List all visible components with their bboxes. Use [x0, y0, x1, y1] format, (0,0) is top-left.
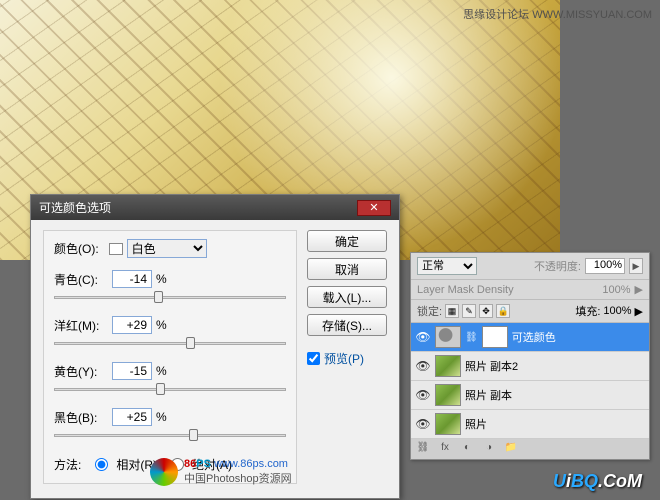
close-icon[interactable]: ✕	[357, 200, 391, 216]
yellow-value[interactable]	[112, 362, 152, 380]
ok-button[interactable]: 确定	[307, 230, 387, 252]
lock-all-icon[interactable]: 🔒	[496, 304, 510, 318]
lock-image-icon[interactable]: ✎	[462, 304, 476, 318]
layer-thumbnail[interactable]	[435, 326, 461, 348]
pct: %	[156, 318, 167, 332]
layer-thumbnail[interactable]	[435, 384, 461, 406]
top-caption: 思缘设计论坛 WWW.MISSYUAN.COM	[463, 6, 652, 22]
color-label: 颜色(O):	[54, 240, 99, 257]
opacity-label: 不透明度:	[534, 258, 581, 274]
lock-position-icon[interactable]: ✥	[479, 304, 493, 318]
fill-arrow-icon[interactable]: ▶	[635, 305, 643, 318]
yellow-slider[interactable]	[54, 382, 286, 396]
density-value[interactable]: 100%	[602, 284, 630, 296]
pct: %	[156, 272, 167, 286]
visibility-icon[interactable]: 👁	[415, 359, 431, 373]
pct: %	[156, 410, 167, 424]
layer-name: 照片	[465, 416, 487, 432]
preview-checkbox[interactable]	[307, 352, 320, 365]
selective-color-dialog: 可选颜色选项 ✕ 颜色(O): 白色 青色(C): % 洋红(M): %	[30, 194, 400, 499]
yellow-label: 黄色(Y):	[54, 363, 112, 380]
layer-row[interactable]: 👁 照片 副本	[411, 381, 649, 410]
layers-toolbar: ⛓ fx ◐ ◑ 📁	[411, 439, 649, 459]
save-button[interactable]: 存储(S)...	[307, 314, 387, 336]
color-select[interactable]: 白色	[127, 239, 207, 258]
method-relative-radio[interactable]	[95, 458, 108, 471]
lock-transparent-icon[interactable]: ▦	[445, 304, 459, 318]
fill-value[interactable]: 100%	[603, 305, 631, 317]
opacity-value[interactable]: 100%	[585, 258, 625, 274]
mask-icon[interactable]: ◐	[459, 442, 475, 456]
density-arrow-icon[interactable]: ▶	[635, 283, 643, 296]
link-icon: ⛓	[465, 332, 478, 343]
visibility-icon[interactable]: 👁	[415, 417, 431, 431]
dialog-title-text: 可选颜色选项	[39, 199, 111, 216]
opacity-arrow-icon[interactable]: ▶	[629, 258, 643, 274]
link-layers-icon[interactable]: ⛓	[415, 442, 431, 456]
layer-name: 可选颜色	[512, 329, 556, 345]
cancel-button[interactable]: 取消	[307, 258, 387, 280]
layer-row[interactable]: 👁 照片 副本2	[411, 352, 649, 381]
magenta-value[interactable]	[112, 316, 152, 334]
visibility-icon[interactable]: 👁	[415, 388, 431, 402]
folder-icon[interactable]: 📁	[503, 442, 519, 456]
layer-name: 照片 副本2	[465, 358, 518, 374]
method-label: 方法:	[54, 456, 81, 473]
adjustment-icon[interactable]: ◑	[481, 442, 497, 456]
layer-row[interactable]: 👁 ⛓ 可选颜色	[411, 323, 649, 352]
layer-thumbnail[interactable]	[435, 413, 461, 435]
black-slider[interactable]	[54, 428, 286, 442]
layer-row[interactable]: 👁 照片	[411, 410, 649, 439]
layer-name: 照片 副本	[465, 387, 512, 403]
cyan-slider[interactable]	[54, 290, 286, 304]
load-button[interactable]: 载入(L)...	[307, 286, 387, 308]
layer-thumbnail[interactable]	[435, 355, 461, 377]
layers-panel: 正常 不透明度: 100% ▶ Layer Mask Density 100% …	[410, 252, 650, 460]
cyan-label: 青色(C):	[54, 271, 112, 288]
black-value[interactable]	[112, 408, 152, 426]
cyan-value[interactable]	[112, 270, 152, 288]
layers-list: 👁 ⛓ 可选颜色 👁 照片 副本2 👁 照片 副本 👁 照片	[411, 323, 649, 439]
fx-icon[interactable]: fx	[437, 442, 453, 456]
magenta-label: 洋红(M):	[54, 317, 112, 334]
blend-mode-select[interactable]: 正常	[417, 257, 477, 275]
watermark-86ps: 86PS www.86ps.com 中国Photoshop资源网	[150, 458, 292, 486]
visibility-icon[interactable]: 👁	[415, 330, 431, 344]
mask-thumbnail[interactable]	[482, 326, 508, 348]
dialog-titlebar[interactable]: 可选颜色选项 ✕	[31, 195, 399, 220]
lock-label: 锁定:	[417, 303, 442, 319]
watermark-uibq: UiBQ.CoM	[553, 471, 642, 492]
magenta-slider[interactable]	[54, 336, 286, 350]
logo-icon	[150, 458, 178, 486]
density-label: Layer Mask Density	[417, 284, 514, 296]
black-label: 黑色(B):	[54, 409, 112, 426]
color-swatch	[109, 243, 123, 255]
fill-label: 填充:	[575, 303, 600, 319]
preview-label: 预览(P)	[324, 350, 364, 367]
pct: %	[156, 364, 167, 378]
